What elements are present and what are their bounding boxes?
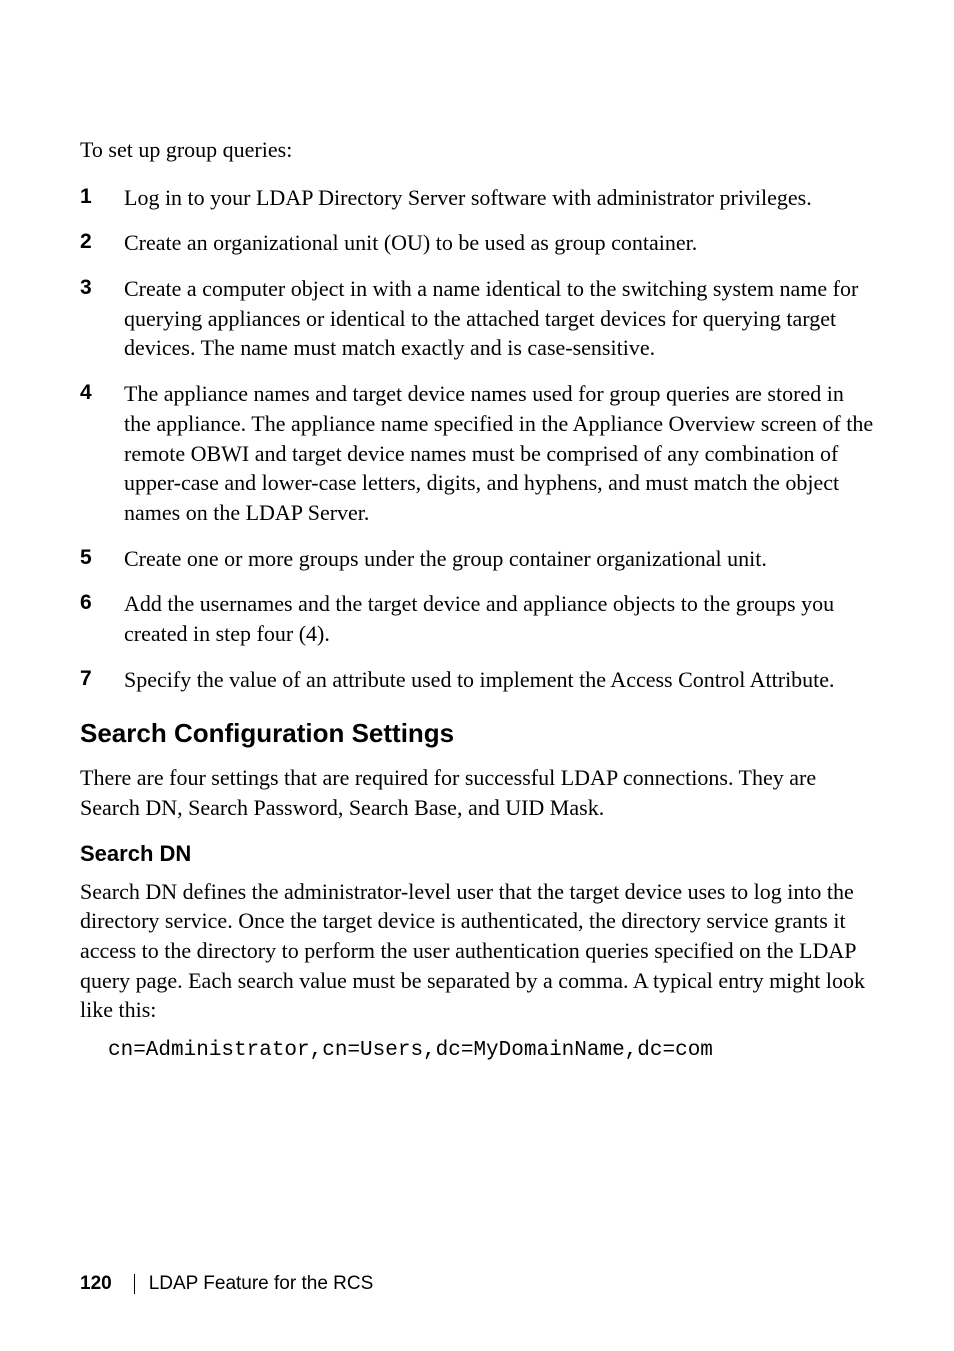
- subsection-heading: Search DN: [80, 841, 874, 867]
- step-item: The appliance names and target device na…: [80, 379, 874, 527]
- step-item: Specify the value of an attribute used t…: [80, 665, 874, 695]
- section-heading: Search Configuration Settings: [80, 718, 874, 749]
- step-item: Create a computer object in with a name …: [80, 274, 874, 363]
- intro-text: To set up group queries:: [80, 135, 874, 165]
- step-item: Log in to your LDAP Directory Server sof…: [80, 183, 874, 213]
- code-block: cn=Administrator,cn=Users,dc=MyDomainNam…: [108, 1039, 874, 1062]
- page-number: 120: [80, 1273, 112, 1295]
- step-item: Create one or more groups under the grou…: [80, 544, 874, 574]
- step-item: Add the usernames and the target device …: [80, 589, 874, 648]
- steps-list: Log in to your LDAP Directory Server sof…: [80, 183, 874, 695]
- step-item: Create an organizational unit (OU) to be…: [80, 228, 874, 258]
- page-footer: 120 LDAP Feature for the RCS: [80, 1273, 373, 1295]
- page-container: To set up group queries: Log in to your …: [0, 0, 954, 1351]
- footer-divider: [134, 1274, 135, 1294]
- subsection-body: Search DN defines the administrator-leve…: [80, 877, 874, 1025]
- footer-title: LDAP Feature for the RCS: [149, 1273, 374, 1295]
- section-body: There are four settings that are require…: [80, 763, 874, 822]
